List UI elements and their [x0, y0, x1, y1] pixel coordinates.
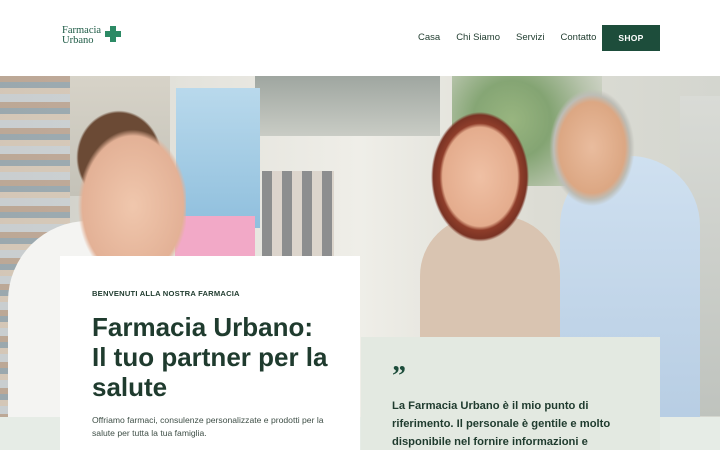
product-rack — [262, 171, 334, 261]
main-nav: Casa Chi Siamo Servizi Contatto — [418, 32, 612, 43]
testimonial-text: La Farmacia Urbano è il mio punto di rif… — [392, 397, 636, 450]
window-background — [255, 76, 440, 136]
quote-icon: ” — [392, 361, 406, 392]
testimonial-line: riferimento. Il personale è gentile e mo… — [392, 418, 611, 430]
pharmacist-face — [68, 116, 186, 266]
hero-eyebrow: BENVENUTI ALLA NOSTRA FARMACIA — [92, 289, 240, 298]
hero-title-line: Il tuo partner per la — [92, 342, 328, 372]
testimonial-line: La Farmacia Urbano è il mio punto di — [392, 400, 589, 412]
customer-woman-face — [425, 104, 535, 244]
nav-link-contatto[interactable]: Contatto — [561, 32, 597, 43]
customer-man-face — [540, 76, 640, 206]
hero-title-line: salute — [92, 372, 168, 402]
hero-description: Offriamo farmaci, consulenze personalizz… — [92, 414, 328, 440]
site-header: Farmacia Urbano Casa Chi Siamo Servizi C… — [0, 0, 720, 76]
logo-wordmark: Farmacia Urbano — [62, 26, 101, 45]
logo-line-2: Urbano — [62, 34, 94, 46]
site-logo[interactable]: Farmacia Urbano — [62, 26, 124, 48]
testimonial-line: disponibile nel fornire informazioni e — [392, 436, 588, 448]
nav-link-casa[interactable]: Casa — [418, 32, 440, 43]
shop-button[interactable]: SHOP — [602, 25, 660, 51]
pharmacy-cross-icon — [105, 26, 121, 42]
poster-background — [175, 216, 255, 260]
hero-title-line: Farmacia Urbano: — [92, 312, 314, 342]
poster-background — [176, 88, 260, 228]
nav-link-chi-siamo[interactable]: Chi Siamo — [456, 32, 500, 43]
nav-link-servizi[interactable]: Servizi — [516, 32, 545, 43]
hero-title: Farmacia Urbano: Il tuo partner per la s… — [92, 312, 328, 402]
testimonial-card: ” La Farmacia Urbano è il mio punto di r… — [361, 337, 660, 450]
hero-description-line: salute per tutta la tua famiglia. — [92, 428, 207, 438]
hero-intro-card: BENVENUTI ALLA NOSTRA FARMACIA Farmacia … — [60, 256, 360, 450]
hero-description-line: Offriamo farmaci, consulenze personalizz… — [92, 415, 324, 425]
